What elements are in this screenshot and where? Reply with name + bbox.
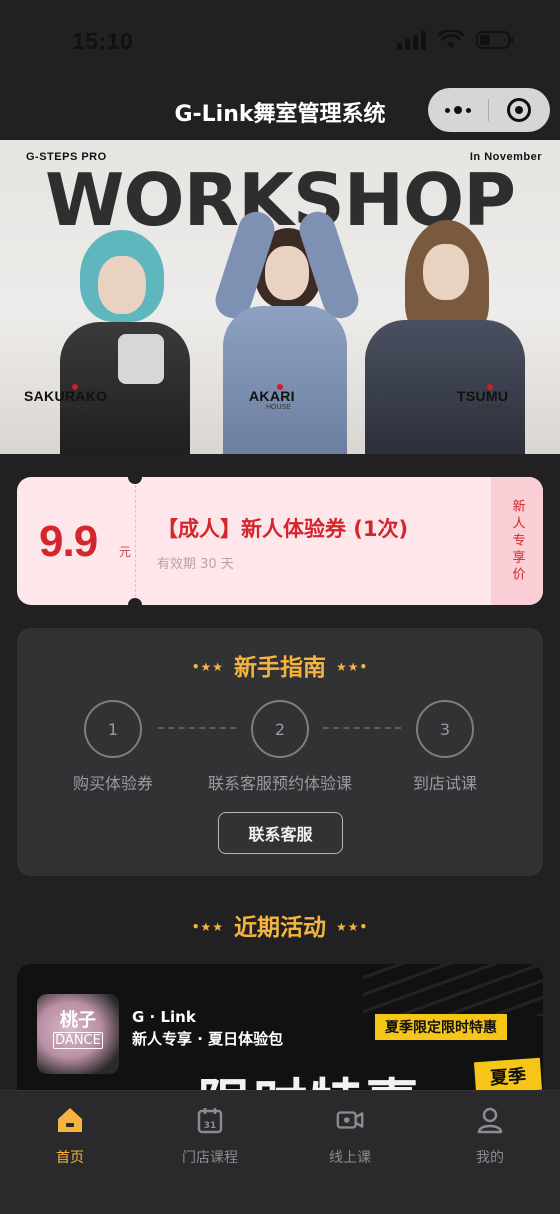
step-label: 联系客服预约体验课 — [207, 774, 352, 793]
coupon-divider — [135, 485, 136, 597]
workshop-banner[interactable]: G-STEPS PRO In November WORKSHOP SAKURAK… — [0, 140, 560, 454]
more-menu-button[interactable] — [428, 106, 488, 114]
tab-mine[interactable]: 我的 — [435, 1105, 545, 1167]
dancer-image-3 — [365, 220, 525, 454]
status-bar: 15:10 — [0, 0, 560, 84]
promo-decoration — [363, 964, 543, 1016]
step-number: 1 — [84, 700, 142, 758]
new-user-price-label: 新人专享价 — [509, 498, 525, 584]
step-label: 购买体验券 — [72, 774, 153, 793]
promo-brand: G · Link — [132, 1008, 196, 1026]
step-label: 到店试课 — [412, 774, 477, 793]
beginner-guide-card: •★★ 新手指南 ★★• 1 购买体验券 2 联系客服预约体验课 3 到店试课 联系… — [17, 628, 543, 876]
contact-service-button[interactable]: 联系客服 — [218, 812, 343, 854]
activity-title-row: •★★ 近期活动 ★★• — [0, 908, 560, 942]
wifi-icon — [438, 30, 464, 48]
trial-coupon-card[interactable]: 9.9 元 【成人】新人体验券 (1次) 有效期 30 天 新人专享价 — [17, 477, 543, 605]
guide-title: 新手指南 — [234, 655, 326, 681]
activity-promo-banner[interactable]: 桃子 DANCE G · Link 新人专享 · 夏日体验包 夏季限定限时特惠 … — [17, 964, 543, 1104]
tab-label: 线上课 — [329, 1150, 371, 1166]
calendar-icon: 31 — [195, 1105, 225, 1135]
dancer-name-1: SAKURAKO — [24, 388, 108, 404]
logo-text-en: DANCE — [53, 1032, 103, 1049]
guide-step-3: 3 到店试课 — [385, 700, 505, 794]
nav-bar: G-Link舞室管理系统 — [0, 84, 560, 140]
coupon-validity: 有效期 30 天 — [157, 557, 234, 572]
tab-store-courses[interactable]: 31 门店课程 — [155, 1105, 265, 1167]
bottom-tab-bar: 首页 31 门店课程 线上课 我的 — [0, 1090, 560, 1214]
target-icon — [507, 98, 531, 122]
tab-label: 我的 — [476, 1150, 504, 1166]
guide-step-2: 2 联系客服预约体验课 — [185, 700, 375, 794]
user-icon — [475, 1105, 505, 1135]
promo-badge: 夏季限定限时特惠 — [375, 1014, 507, 1040]
dancer-name-2: AKARI — [249, 388, 295, 404]
stars-icon: •★★ — [191, 919, 224, 934]
promo-subtitle: 新人专享 · 夏日体验包 — [132, 1030, 284, 1048]
home-icon — [55, 1105, 85, 1135]
guide-step-1: 1 购买体验券 — [53, 700, 173, 794]
tab-home[interactable]: 首页 — [15, 1105, 125, 1167]
stars-icon: ★★• — [336, 659, 369, 674]
tab-label: 门店课程 — [182, 1150, 238, 1166]
activity-title: 近期活动 — [234, 915, 326, 941]
tab-label: 首页 — [56, 1150, 84, 1166]
step-number: 2 — [251, 700, 309, 758]
logo-text-cn: 桃子 — [60, 1010, 96, 1031]
close-mini-program-button[interactable] — [489, 98, 549, 122]
dancer-image-2 — [205, 207, 365, 454]
tab-online-courses[interactable]: 线上课 — [295, 1105, 405, 1167]
studio-logo: 桃子 DANCE — [37, 994, 119, 1074]
new-user-price-tag: 新人专享价 — [491, 477, 543, 605]
status-time: 15:10 — [72, 28, 134, 54]
dancer-genre-2: HOUSE — [266, 404, 291, 411]
coupon-notch — [128, 598, 142, 605]
guide-title-row: •★★ 新手指南 ★★• — [17, 648, 543, 682]
battery-icon — [476, 31, 513, 49]
status-icons — [397, 30, 514, 50]
dancer-name-3: TSUMU — [457, 388, 509, 404]
cellular-signal-icon — [397, 30, 426, 50]
step-number: 3 — [416, 700, 474, 758]
svg-text:31: 31 — [204, 1121, 217, 1131]
dancer-genre-1: HIPHOP — [62, 404, 89, 411]
coupon-price: 9.9 — [39, 517, 98, 566]
mini-program-capsule — [428, 88, 550, 132]
coupon-notch — [128, 477, 142, 484]
dancer-genre-3: HOUSE — [478, 404, 503, 411]
dancer-image-1 — [60, 230, 190, 454]
video-icon — [335, 1105, 365, 1135]
stars-icon: ★★• — [336, 919, 369, 934]
summer-tag: 夏季 — [473, 1057, 543, 1095]
stars-icon: •★★ — [191, 659, 224, 674]
coupon-title: 【成人】新人体验券 (1次) — [157, 517, 409, 541]
coupon-unit: 元 — [119, 545, 132, 559]
